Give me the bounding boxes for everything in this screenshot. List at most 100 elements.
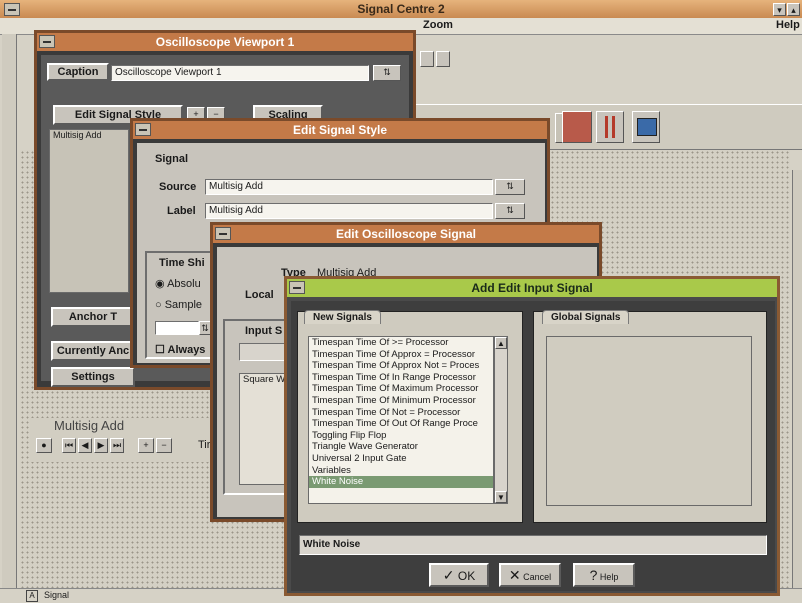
currently-anchored-button[interactable]: Currently Anc — [51, 341, 135, 361]
menu-zoom[interactable]: Zoom — [423, 19, 453, 31]
add-edit-body: New Signals Timespan Time Of >= Processo… — [291, 301, 775, 591]
list-item[interactable]: Timespan Time Of >= Processor — [309, 337, 493, 349]
input-signal-list[interactable]: Square W — [239, 373, 289, 485]
anchor-label: Anchor T — [68, 311, 118, 323]
list-item[interactable]: Triangle Wave Generator — [309, 441, 493, 453]
step-back-icon[interactable]: ◀ — [78, 438, 92, 453]
time-shift-label: Time Shi — [159, 257, 205, 269]
fast-forward-icon[interactable]: ⏭ — [110, 438, 124, 453]
ok-check-icon: ✓ — [442, 567, 455, 583]
scroll-down-icon[interactable]: ▼ — [495, 491, 507, 503]
caption-value: Oscilloscope Viewport 1 — [115, 67, 222, 78]
cancel-x-icon: ✕ — [508, 567, 521, 583]
main-system-menu-icon[interactable] — [4, 3, 20, 16]
new-signals-tab[interactable]: New Signals — [304, 310, 381, 324]
radio-sample[interactable]: ○ Sample — [155, 299, 202, 311]
radio-absolute-label: Absolu — [167, 278, 201, 290]
source-label: Source — [159, 181, 197, 193]
main-maximize-icon[interactable]: ▴ — [787, 3, 800, 16]
mini-trace-tip: Tir — [198, 439, 211, 451]
cancel-button[interactable]: ✕ Cancel — [499, 563, 561, 587]
oscilloscope-viewport-title: Oscilloscope Viewport 1 — [155, 35, 295, 49]
list-item[interactable]: Square W — [240, 374, 288, 386]
source-field[interactable]: Multisig Add — [205, 179, 493, 195]
new-signals-tab-label: New Signals — [313, 312, 372, 323]
tool-display-icon[interactable] — [632, 111, 660, 143]
list-item[interactable]: Timespan Time Of Not = Processor — [309, 407, 493, 419]
zoom-minus-icon[interactable]: − — [156, 438, 172, 453]
caption-label-button: Caption — [47, 63, 109, 81]
tool-probe-icon[interactable] — [596, 111, 624, 143]
radio-absolute[interactable]: ◉ Absolu — [155, 277, 201, 290]
input-signal-field[interactable] — [239, 343, 289, 361]
new-signals-panel: New Signals Timespan Time Of >= Processo… — [297, 310, 523, 523]
add-edit-system-menu-icon[interactable] — [289, 281, 305, 294]
mini-trace-window: Multisig Add ● ⏮ ◀ ▶ ⏭ + − Tir — [30, 418, 230, 462]
time-shift-value[interactable] — [155, 321, 199, 335]
list-item[interactable]: White Noise — [309, 476, 493, 488]
selected-signal-field[interactable]: White Noise — [299, 535, 767, 555]
label-field[interactable]: Multisig Add — [205, 203, 493, 219]
help-label: Help — [599, 572, 619, 582]
new-signals-scrollbar[interactable]: ▲ ▼ — [494, 336, 508, 504]
mini-trace-controls: ● ⏮ ◀ ▶ ⏭ + − Tir — [34, 436, 224, 456]
tool-scope-icon[interactable] — [562, 111, 592, 143]
help-button[interactable]: ? Help — [573, 563, 635, 587]
status-text: Signal — [44, 590, 70, 600]
label-value: Multisig Add — [209, 205, 263, 216]
list-item[interactable]: Multisig Add — [50, 130, 128, 142]
new-signals-list[interactable]: Timespan Time Of >= Processor Timespan Ti… — [308, 336, 494, 504]
add-edit-input-signal-titlebar: Add Edit Input Signal — [287, 279, 777, 297]
main-minimize-icon[interactable]: ▾ — [773, 3, 786, 16]
global-signals-tab[interactable]: Global Signals — [542, 310, 630, 324]
zoom-in-icon[interactable] — [420, 51, 434, 67]
scroll-up-icon[interactable]: ▲ — [495, 337, 507, 349]
caption-field[interactable]: Oscilloscope Viewport 1 — [111, 65, 369, 81]
list-item[interactable]: Variables — [309, 465, 493, 477]
always-checkbox[interactable]: ☐ Always — [155, 343, 205, 356]
signal-group-label: Signal — [155, 153, 189, 165]
zoom-plus-icon[interactable]: + — [138, 438, 154, 453]
input-signal-label: Input S — [245, 325, 283, 337]
list-item[interactable]: Timespan Time Of Maximum Processor — [309, 383, 493, 395]
list-item[interactable]: Toggling Flip Flop — [309, 430, 493, 442]
edit-style-system-menu-icon[interactable] — [135, 123, 151, 136]
list-item[interactable]: Timespan Time Of Approx = Processor — [309, 349, 493, 361]
status-icon: A — [26, 590, 38, 602]
list-item[interactable]: Universal 2 Input Gate — [309, 453, 493, 465]
oscilloscope-system-menu-icon[interactable] — [39, 35, 55, 48]
help-question-icon: ? — [589, 567, 598, 583]
list-item[interactable]: Timespan Time Of In Range Processor — [309, 372, 493, 384]
viewport-signal-list[interactable]: Multisig Add — [49, 129, 129, 293]
global-signals-panel: Global Signals — [533, 310, 767, 523]
caption-picker-icon[interactable]: ⇅ — [373, 65, 401, 81]
edit-osc-system-menu-icon[interactable] — [215, 227, 231, 240]
cancel-label: Cancel — [523, 572, 552, 582]
step-forward-icon[interactable]: ▶ — [94, 438, 108, 453]
settings-button[interactable]: Settings — [51, 367, 135, 387]
menu-help[interactable]: Help — [776, 19, 800, 31]
selected-signal-value: White Noise — [303, 539, 361, 550]
always-label: Always — [167, 344, 206, 356]
global-signals-tab-label: Global Signals — [551, 312, 621, 323]
edit-signal-style-titlebar: Edit Signal Style — [133, 121, 547, 139]
add-edit-input-signal-window: Add Edit Input Signal New Signals Timesp… — [284, 276, 780, 596]
list-item[interactable]: Timespan Time Of Out Of Range Proce — [309, 418, 493, 430]
list-item[interactable]: Timespan Time Of Approx Not = Proces — [309, 360, 493, 372]
label-picker-icon[interactable]: ⇅ — [495, 203, 525, 219]
main-titlebar: Signal Centre 2 — [0, 0, 802, 18]
global-signals-list[interactable] — [546, 336, 752, 506]
anchor-button[interactable]: Anchor T — [51, 307, 135, 327]
main-title: Signal Centre 2 — [357, 2, 445, 16]
source-picker-icon[interactable]: ⇅ — [495, 179, 525, 195]
rewind-icon[interactable]: ⏮ — [62, 438, 76, 453]
zoom-out-icon[interactable] — [436, 51, 450, 67]
currently-anchored-label: Currently Anc — [56, 345, 130, 357]
workspace-vscroll[interactable] — [792, 170, 802, 590]
record-icon[interactable]: ● — [36, 438, 52, 453]
list-item[interactable]: Timespan Time Of Minimum Processor — [309, 395, 493, 407]
label-label: Label — [167, 205, 196, 217]
left-vscroll[interactable] — [2, 34, 17, 590]
ok-button[interactable]: ✓ OK — [429, 563, 489, 587]
edit-signal-style-title: Edit Signal Style — [292, 123, 388, 137]
